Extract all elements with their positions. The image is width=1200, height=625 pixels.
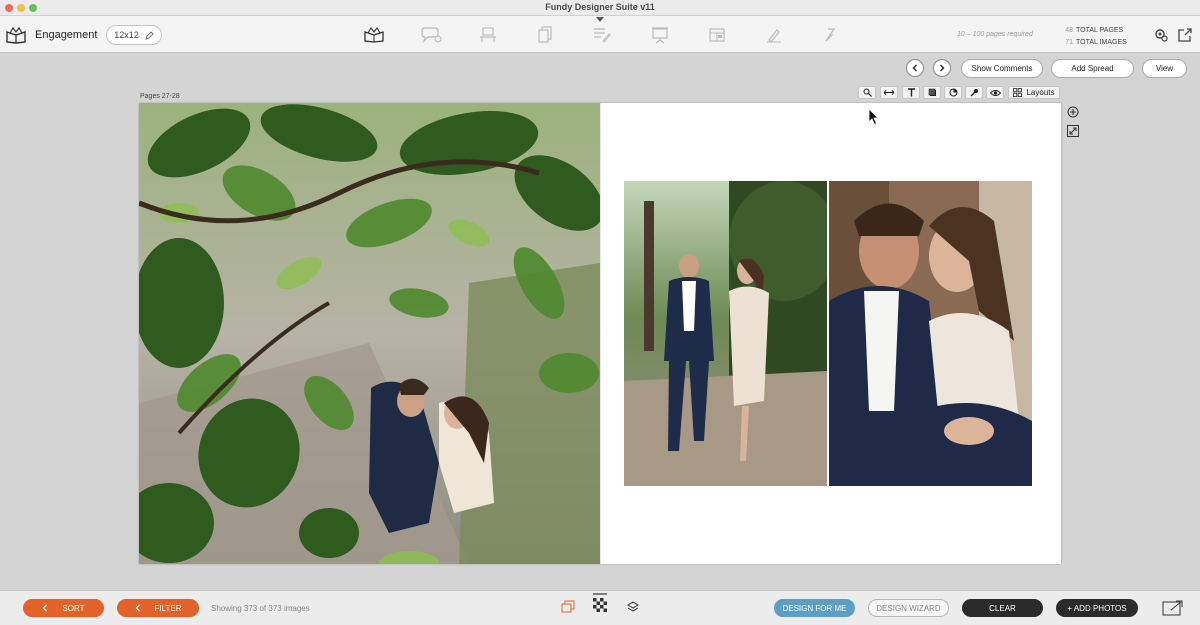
album-size-selector[interactable]: 12x12 (106, 25, 162, 45)
retouch-icon[interactable] (763, 25, 785, 45)
sales-icon[interactable] (819, 25, 841, 45)
album-size-label: 12x12 (114, 30, 139, 40)
album-design-icon[interactable] (363, 25, 385, 45)
proofing-icon[interactable] (420, 25, 442, 45)
total-images-count: 71 (1065, 39, 1073, 46)
eye-icon (989, 89, 1001, 96)
chevron-left-icon (43, 604, 48, 612)
open-external-icon[interactable] (1176, 26, 1194, 44)
sort-label: SORT (62, 603, 85, 613)
zoom-tool[interactable] (858, 86, 876, 99)
filter-label: FILTER (154, 603, 182, 613)
clear-button[interactable]: CLEAR (962, 599, 1043, 617)
settings-gear-icon[interactable] (1152, 26, 1170, 44)
color-tool[interactable] (944, 86, 962, 99)
bottom-bar: SORT FILTER Showing 373 of 373 images DE… (0, 590, 1200, 625)
left-page-photo[interactable] (139, 103, 600, 564)
spacing-tool[interactable] (880, 86, 898, 99)
expand-icon[interactable] (1066, 124, 1079, 137)
color-wheel-icon (949, 88, 957, 97)
previous-spread-button[interactable] (906, 59, 924, 77)
add-element-icon[interactable] (1066, 105, 1079, 118)
view-button[interactable]: View (1142, 59, 1187, 78)
layouts-button[interactable]: Layouts (1008, 86, 1060, 99)
album-spread[interactable] (139, 103, 1061, 564)
checkerboard-view-icon[interactable] (592, 593, 608, 612)
pencil-icon (145, 30, 154, 40)
next-spread-button[interactable] (933, 59, 951, 77)
stack-view-icon[interactable] (560, 599, 576, 615)
chevron-right-icon (940, 64, 945, 72)
eyedropper-tool[interactable] (965, 86, 983, 99)
blog-collage-icon[interactable] (591, 25, 613, 45)
text-tool[interactable] (902, 86, 920, 99)
slideshow-icon[interactable] (649, 25, 671, 45)
design-for-me-button[interactable]: DESIGN FOR ME (774, 599, 855, 617)
sort-button[interactable]: SORT (23, 599, 104, 617)
export-icon[interactable] (1162, 599, 1184, 617)
layouts-label: Layouts (1026, 88, 1055, 97)
shadow-tool[interactable] (923, 86, 941, 99)
window-title: Fundy Designer Suite v11 (545, 2, 655, 12)
active-section-marker (596, 17, 604, 22)
wall-art-icon[interactable] (477, 25, 499, 45)
shadow-icon (928, 88, 936, 96)
text-icon (907, 88, 915, 97)
magnifier-icon (863, 88, 872, 97)
album-book-icon[interactable] (6, 26, 26, 44)
right-page-photo-walking[interactable] (624, 181, 827, 486)
add-spread-button[interactable]: Add Spread (1051, 59, 1134, 78)
mouse-cursor-icon (868, 108, 879, 126)
total-pages-count: 48 (1065, 27, 1073, 34)
preview-tool[interactable] (986, 86, 1004, 99)
show-comments-button[interactable]: Show Comments (961, 59, 1043, 78)
totals-summary: 48 TOTAL PAGES 71 TOTAL IMAGES (1063, 25, 1127, 49)
add-photos-button[interactable]: + ADD PHOTOS (1056, 599, 1138, 617)
chevron-left-icon (135, 604, 140, 612)
chevron-left-icon (912, 64, 917, 72)
title-bar: Fundy Designer Suite v11 (0, 0, 1200, 16)
image-count-text: Showing 373 of 373 images (211, 604, 310, 613)
layers-icon[interactable] (625, 599, 641, 615)
total-pages-label: TOTAL PAGES (1076, 27, 1124, 34)
pages-required-note: 10 – 100 pages required (957, 31, 1033, 38)
filter-button[interactable]: FILTER (117, 599, 199, 617)
spread-gutter (600, 103, 601, 564)
album-name[interactable]: Engagement (35, 29, 97, 41)
layout-icon[interactable] (706, 25, 728, 45)
top-toolbar: Engagement 12x12 10 – 100 pages required… (0, 16, 1200, 53)
eyedropper-icon (970, 89, 978, 97)
right-page-photo-closeup[interactable] (829, 181, 1032, 486)
cards-icon[interactable] (534, 25, 556, 45)
design-wizard-button[interactable]: DESIGN WIZARD (868, 599, 949, 617)
total-images-label: TOTAL IMAGES (1076, 39, 1127, 46)
pages-label: Pages 27-28 (140, 93, 180, 100)
horizontal-arrows-icon (883, 90, 895, 95)
grid-icon (1013, 88, 1023, 97)
